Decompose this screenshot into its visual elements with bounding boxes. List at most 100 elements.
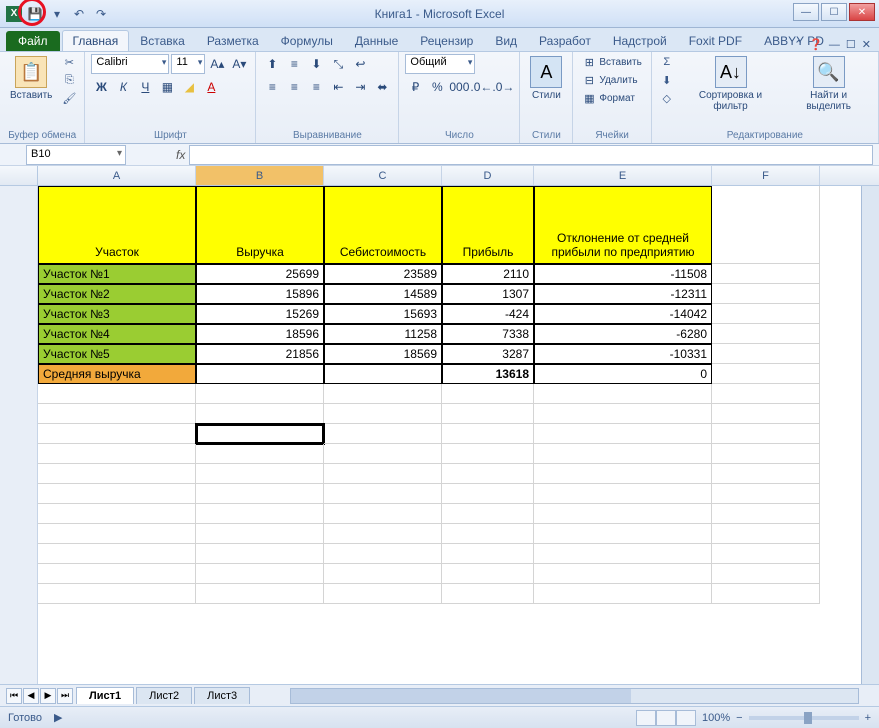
sheet-tab-Лист3[interactable]: Лист3 [194,687,250,704]
undo-icon[interactable]: ↶ [70,5,88,23]
clear-icon[interactable]: ◇ [658,90,676,106]
align-center-icon[interactable]: ≡ [284,77,304,97]
italic-button[interactable]: К [113,77,133,97]
cell[interactable] [38,564,196,584]
align-middle-icon[interactable]: ≡ [284,54,304,74]
tab-формулы[interactable]: Формулы [270,30,344,51]
header-cell[interactable]: Себистоимость [324,186,442,264]
sheet-nav-last-icon[interactable]: ⏭ [57,688,73,704]
cell[interactable] [712,484,820,504]
align-bottom-icon[interactable]: ⬇ [306,54,326,74]
cell[interactable] [442,504,534,524]
cell[interactable] [442,444,534,464]
col-header-C[interactable]: C [324,166,442,185]
underline-button[interactable]: Ч [135,77,155,97]
cell[interactable] [38,464,196,484]
minimize-button[interactable]: — [793,3,819,21]
cell[interactable] [534,424,712,444]
col-header-F[interactable]: F [712,166,820,185]
tab-данные[interactable]: Данные [344,30,409,51]
help-icon[interactable]: ❓ [809,38,823,51]
file-tab[interactable]: Файл [6,31,60,51]
cell[interactable] [712,404,820,424]
cell[interactable]: -424 [442,304,534,324]
styles-button[interactable]: A Стили [526,54,566,103]
insert-cells-button[interactable]: ⊞Вставить [579,54,644,70]
cell[interactable] [38,504,196,524]
tab-надстрой[interactable]: Надстрой [602,30,678,51]
cell[interactable]: 21856 [196,344,324,364]
indent-inc-icon[interactable]: ⇥ [350,77,370,97]
header-cell[interactable]: Участок [38,186,196,264]
font-name-combo[interactable]: Calibri [91,54,169,74]
cell[interactable] [712,264,820,284]
cell[interactable] [324,564,442,584]
cell[interactable]: 0 [534,364,712,384]
cell[interactable]: Участок №5 [38,344,196,364]
macro-icon[interactable]: ▶ [54,711,62,724]
cell[interactable] [324,484,442,504]
cell[interactable] [38,524,196,544]
view-normal-icon[interactable] [636,710,656,726]
cell[interactable]: 1307 [442,284,534,304]
cell[interactable] [712,284,820,304]
cell[interactable] [324,504,442,524]
cell[interactable] [38,384,196,404]
cell[interactable]: -10331 [534,344,712,364]
cell[interactable]: Участок №3 [38,304,196,324]
cut-icon[interactable]: ✂ [60,54,78,70]
cell[interactable] [324,444,442,464]
fill-color-icon[interactable]: ◢ [179,77,199,97]
cell[interactable] [196,464,324,484]
cell[interactable] [324,384,442,404]
cell[interactable] [38,404,196,424]
cell[interactable] [712,564,820,584]
cell[interactable] [712,324,820,344]
tab-главная[interactable]: Главная [62,30,130,51]
cell[interactable] [534,404,712,424]
cell[interactable] [196,384,324,404]
sort-filter-button[interactable]: А↓ Сортировка и фильтр [680,54,781,114]
sheet-nav-prev-icon[interactable]: ◀ [23,688,39,704]
header-cell[interactable]: Выручка [196,186,324,264]
horizontal-scrollbar[interactable] [290,688,859,704]
view-pagebreak-icon[interactable] [676,710,696,726]
cell[interactable] [196,524,324,544]
zoom-in-icon[interactable]: + [865,712,871,724]
qat-dd-icon[interactable]: ▾ [48,5,66,23]
formula-input[interactable] [189,145,873,165]
cell[interactable] [534,484,712,504]
cell[interactable] [442,484,534,504]
cell[interactable] [196,564,324,584]
cell[interactable] [712,186,820,264]
tab-вид[interactable]: Вид [484,30,528,51]
mdi-restore-icon[interactable]: ☐ [846,38,856,51]
cell[interactable] [324,544,442,564]
col-header-B[interactable]: B [196,166,324,185]
cell[interactable] [324,584,442,604]
indent-dec-icon[interactable]: ⇤ [328,77,348,97]
tab-разметка[interactable]: Разметка [196,30,270,51]
tab-вставка[interactable]: Вставка [129,30,196,51]
cell[interactable] [534,564,712,584]
cell[interactable] [324,424,442,444]
tab-рецензир[interactable]: Рецензир [409,30,484,51]
mdi-min-icon[interactable]: — [829,39,840,51]
cell[interactable] [324,364,442,384]
cell[interactable] [712,384,820,404]
cell[interactable] [712,544,820,564]
align-right-icon[interactable]: ≡ [306,77,326,97]
align-left-icon[interactable]: ≡ [262,77,282,97]
col-header-D[interactable]: D [442,166,534,185]
cell[interactable] [534,384,712,404]
redo-icon[interactable]: ↷ [92,5,110,23]
font-size-combo[interactable]: 11 [171,54,205,74]
cell[interactable] [324,464,442,484]
cell[interactable] [534,444,712,464]
zoom-level[interactable]: 100% [702,712,730,724]
mdi-close-icon[interactable]: ✕ [862,38,871,51]
fx-icon[interactable]: fx [176,148,185,162]
header-cell[interactable]: Отклонение от средней прибыли по предпри… [534,186,712,264]
cell[interactable] [442,424,534,444]
cell[interactable] [712,584,820,604]
